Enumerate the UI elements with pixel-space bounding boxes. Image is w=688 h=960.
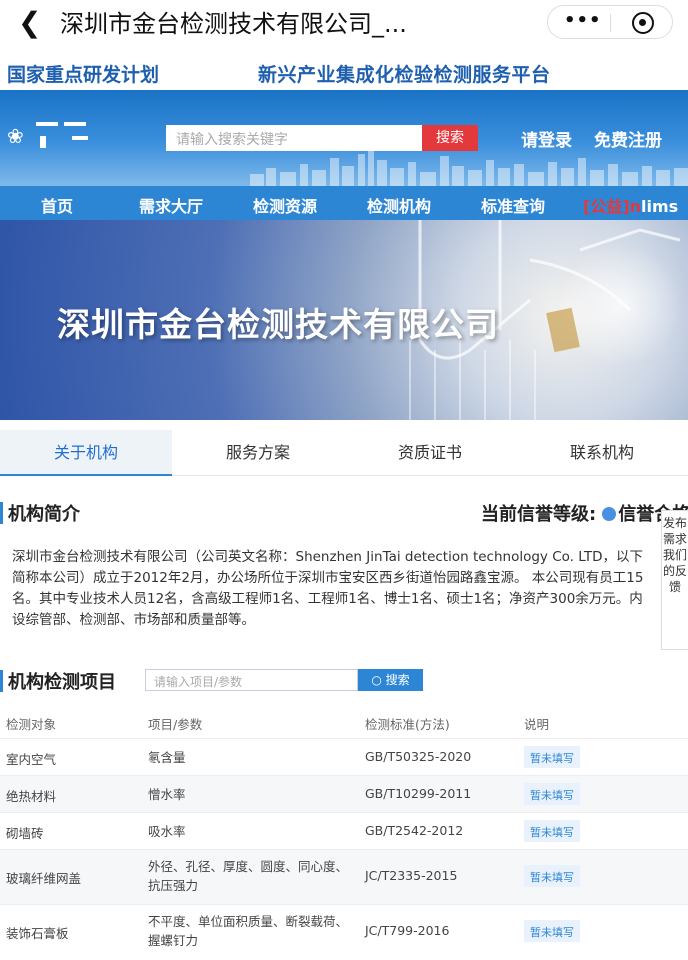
site-search-button[interactable]: 搜索 — [422, 125, 478, 151]
nav-item-nlims[interactable]: [公益]nlims — [583, 193, 678, 217]
intro-text: 深圳市金台检测技术有限公司（公司英文名称：Shenzhen JinTai det… — [12, 549, 644, 628]
table-row: 绝热材料 憎水率 GB/T10299-2011 暂未填写 — [0, 775, 688, 812]
tab-certificates[interactable]: 资质证书 — [344, 430, 516, 476]
nav-nlims-white: lims — [641, 197, 679, 216]
cell-object: 砌墙砖 — [6, 826, 44, 841]
site-header: ❀ 请输入搜索关键字 搜索 请登录 免费注册 — [0, 90, 688, 186]
window-top-bar: ❮ 深圳市金台检测技术有限公司_... ••• — [0, 0, 688, 50]
back-arrow-icon[interactable]: ❮ — [18, 8, 41, 38]
search-icon: ○ — [371, 673, 386, 687]
item-search-label: 搜索 — [385, 673, 410, 687]
items-table: 检测对象 项目/参数 检测标准(方法) 说明 室内空气 氡含量 GB/T5032… — [0, 706, 688, 959]
logo-graphic — [36, 118, 96, 154]
cell-param: 氡含量 — [148, 750, 186, 765]
cell-note: 暂未填写 — [524, 746, 580, 768]
site-search-placeholder: 请输入搜索关键字 — [176, 132, 288, 148]
item-search-input[interactable]: 请输入项目/参数 — [145, 669, 358, 691]
cell-standard: JC/T2335-2015 — [365, 868, 458, 883]
item-search-placeholder: 请输入项目/参数 — [154, 675, 243, 689]
cell-param: 吸水率 — [148, 824, 186, 839]
cell-standard: GB/T2542-2012 — [365, 823, 464, 838]
cell-object: 玻璃纤维网盖 — [6, 871, 82, 886]
more-icon[interactable]: ••• — [564, 10, 602, 31]
table-row: 室内空气 氡含量 GB/T50325-2020 暂未填写 — [0, 738, 688, 775]
menu-capsule: ••• — [547, 5, 673, 39]
nav-item-testing-resources[interactable]: 检测资源 — [253, 193, 317, 217]
cell-standard: GB/T10299-2011 — [365, 786, 472, 801]
slogan-left: 国家重点研发计划 — [7, 64, 160, 86]
items-heading: 机构检测项目 — [8, 672, 116, 693]
cell-standard: GB/T50325-2020 — [365, 749, 472, 764]
table-row: 装饰石膏板 不平度、单位面积质量、断裂载荷、握螺钉力 JC/T799-2016 … — [0, 904, 688, 959]
cell-object: 绝热材料 — [6, 789, 57, 804]
table-row: 砌墙砖 吸水率 GB/T2542-2012 暂未填写 — [0, 812, 688, 849]
intro-section-header: 机构简介 当前信誉等级: 信誉合格 — [0, 492, 688, 532]
col-header-note: 说明 — [524, 717, 550, 732]
cell-param: 外径、孔径、厚度、圆度、同心度、抗压强力 — [148, 859, 349, 893]
credit-level: 当前信誉等级: 信誉合格 — [481, 500, 688, 526]
nav-nlims-n: n — [629, 197, 642, 216]
section-accent-bar — [0, 670, 3, 692]
cell-param: 不平度、单位面积质量、断裂载荷、握螺钉力 — [148, 914, 349, 948]
shield-icon — [602, 506, 617, 521]
cell-standard: JC/T799-2016 — [365, 923, 450, 938]
capsule-divider — [610, 14, 611, 32]
cell-object: 室内空气 — [6, 752, 57, 767]
tab-contact[interactable]: 联系机构 — [516, 430, 688, 476]
logo-icon[interactable]: ❀ — [7, 126, 27, 146]
feedback-side-tab[interactable]: 发布需求我们的反馈 — [661, 510, 688, 650]
item-search-button[interactable]: ○ 搜索 — [358, 669, 423, 691]
cell-note: 暂未填写 — [524, 920, 580, 942]
nav-item-standard-query[interactable]: 标准查询 — [481, 193, 545, 217]
close-icon[interactable] — [632, 12, 654, 34]
nav-item-home[interactable]: 首页 — [41, 193, 73, 217]
nav-item-testing-institutions[interactable]: 检测机构 — [367, 193, 431, 217]
nav-item-demand-hall[interactable]: 需求大厅 — [139, 193, 203, 217]
banner-image: 深圳市金台检测技术有限公司 — [0, 220, 688, 420]
section-accent-bar — [0, 502, 3, 524]
table-header: 检测对象 项目/参数 检测标准(方法) 说明 — [0, 706, 688, 738]
cell-param: 憎水率 — [148, 787, 186, 802]
cell-note: 暂未填写 — [524, 865, 580, 887]
main-nav: 首页 需求大厅 检测资源 检测机构 标准查询 [公益]nlims — [0, 186, 688, 220]
cell-object: 装饰石膏板 — [6, 926, 69, 941]
banner-title: 深圳市金台检测技术有限公司 — [57, 305, 499, 344]
slogan-bar: 国家重点研发计划 新兴产业集成化检验检测服务平台 — [0, 58, 688, 86]
window-title: 深圳市金台检测技术有限公司_... — [60, 10, 407, 38]
tab-bar: 关于机构 服务方案 资质证书 联系机构 — [0, 430, 688, 476]
tab-service-plan[interactable]: 服务方案 — [172, 430, 344, 476]
table-row: 玻璃纤维网盖 外径、孔径、厚度、圆度、同心度、抗压强力 JC/T2335-201… — [0, 849, 688, 904]
col-header-object: 检测对象 — [6, 717, 57, 732]
tab-about[interactable]: 关于机构 — [0, 430, 172, 476]
intro-heading: 机构简介 — [8, 504, 80, 525]
login-link[interactable]: 请登录 — [521, 126, 572, 151]
nav-nlims-red: [公益] — [583, 197, 630, 216]
col-header-standard: 检测标准(方法) — [365, 717, 450, 732]
cell-note: 暂未填写 — [524, 820, 580, 842]
slogan-right: 新兴产业集成化检验检测服务平台 — [258, 64, 551, 86]
register-link[interactable]: 免费注册 — [594, 126, 662, 151]
col-header-param: 项目/参数 — [148, 717, 203, 732]
cell-note: 暂未填写 — [524, 783, 580, 805]
site-search-input[interactable]: 请输入搜索关键字 — [166, 125, 422, 151]
credit-label: 当前信誉等级: — [481, 504, 597, 525]
